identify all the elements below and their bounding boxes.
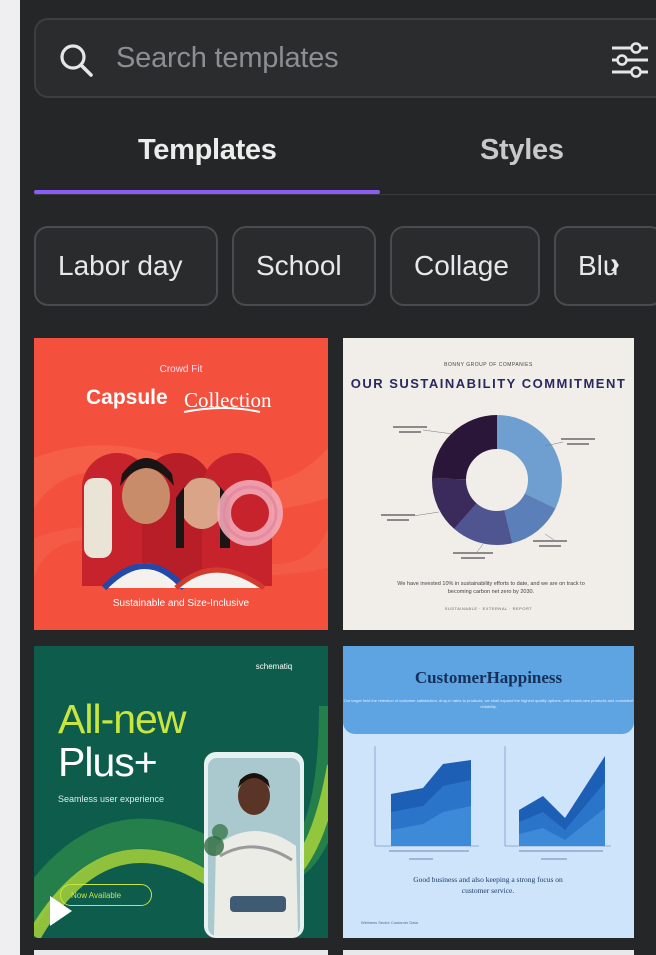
chip-labor-day[interactable]: Labor day <box>34 226 218 306</box>
chip-blu[interactable]: Blu <box>554 226 656 306</box>
template-card-sustainability[interactable]: BONNY GROUP OF COMPANIES OUR SUSTAINABIL… <box>343 338 634 630</box>
template-title: Capsule <box>86 386 168 409</box>
template-brand: Crowd Fit <box>159 364 203 375</box>
chip-collage[interactable]: Collage <box>390 226 540 306</box>
active-tab-indicator <box>34 190 380 194</box>
template-card-all-new-plus[interactable]: schematiq All-new Plus+ Seamless user ex… <box>34 646 328 938</box>
template-caption: Good business and also keeping a strong … <box>413 875 563 895</box>
template-title-script: Collection <box>184 388 272 412</box>
template-footer: SUSTAINABLE · EXTERNAL · REPORT <box>444 606 533 611</box>
template-button: Now Available <box>60 884 152 906</box>
template-caption: Sustainable and Size-Inclusive <box>112 598 250 609</box>
template-subtitle: Seamless user experience <box>58 794 165 804</box>
template-artwork <box>34 407 328 591</box>
chevron-right-icon[interactable]: › <box>610 247 620 281</box>
tab-templates[interactable]: Templates <box>138 134 277 167</box>
play-icon[interactable] <box>50 896 72 926</box>
tab-divider <box>34 194 656 195</box>
template-body: We have invested 10% in sustainability e… <box>397 581 585 595</box>
tab-styles[interactable]: Styles <box>480 134 564 167</box>
search-input[interactable]: Search templates <box>116 42 339 75</box>
template-card-partial[interactable] <box>343 950 634 955</box>
template-card-customer-happiness[interactable]: CustomerHappiness Our target held the re… <box>343 646 634 938</box>
template-panel: Search templates Templates Styles Labor … <box>20 0 656 955</box>
template-credit: Wellness Sector Customer Data <box>361 920 418 925</box>
search-icon <box>60 44 93 77</box>
search-bar[interactable]: Search templates <box>34 18 656 98</box>
template-logo: schematiq <box>255 662 293 671</box>
template-card-partial[interactable] <box>34 950 328 955</box>
template-headline-2: Plus+ <box>58 739 158 785</box>
template-card-capsule-collection[interactable]: Crowd Fit Capsule Collection Sustainable… <box>34 338 328 630</box>
chip-school[interactable]: School <box>232 226 376 306</box>
template-headline-1: All-new <box>58 696 186 742</box>
filter-sliders-icon[interactable] <box>608 40 652 80</box>
